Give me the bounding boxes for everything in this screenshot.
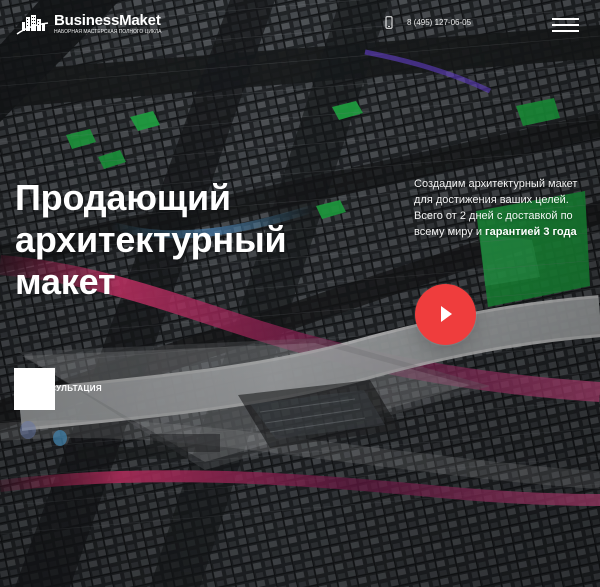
warranty-text: гарантией 3 года [485,226,577,238]
menu-button[interactable] [552,18,579,32]
hero-headline: Продающий архитектурный макет [15,177,287,302]
play-video-button[interactable] [415,284,476,345]
phone-number[interactable]: 8 (495) 127-06-05 [407,18,471,27]
hamburger-menu-icon [552,18,579,20]
building-logo-icon [16,15,49,35]
phone-contact[interactable]: 8 (495) 127-06-05 [385,16,471,29]
consultation-button[interactable] [14,368,55,410]
hamburger-menu-icon-line [552,24,579,26]
brand-name: BusinessMaket [54,12,161,29]
brand-logo[interactable]: BusinessMaket НАБОРНАЯ МАСТЕРСКАЯ ПОЛНОГ… [16,10,161,38]
mobile-phone-icon [385,16,393,29]
hero-description: Создадим архитектурный макет для достиже… [414,176,584,240]
brand-text: BusinessMaket НАБОРНАЯ МАСТЕРСКАЯ ПОЛНОГ… [54,13,161,35]
play-icon [441,306,452,322]
hamburger-menu-icon-line [552,30,579,32]
hero-section: BusinessMaket НАБОРНАЯ МАСТЕРСКАЯ ПОЛНОГ… [0,0,600,587]
brand-tagline: НАБОРНАЯ МАСТЕРСКАЯ ПОЛНОГО ЦИКЛА [54,29,162,35]
